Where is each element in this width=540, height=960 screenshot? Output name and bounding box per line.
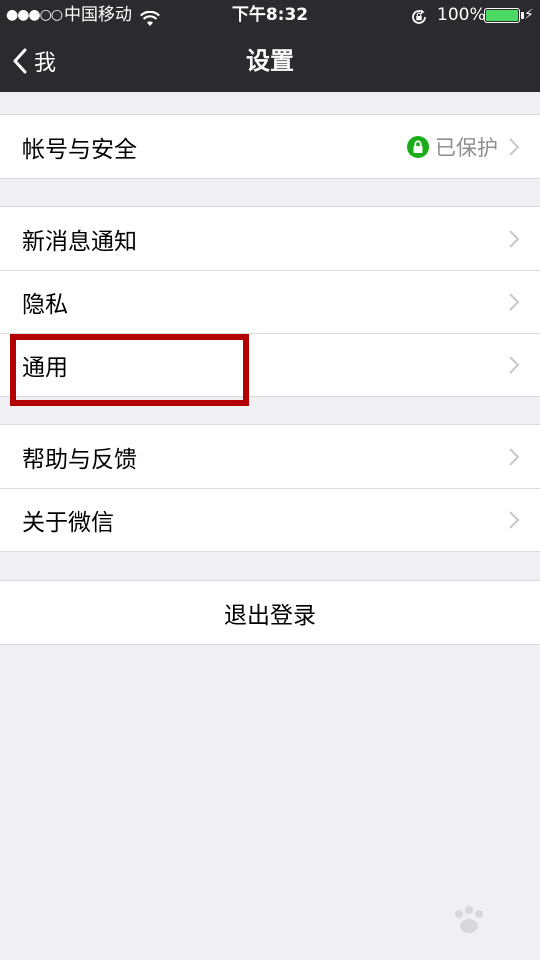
settings-item-label: 新消息通知 [22,228,137,255]
chevron-right-icon [509,229,520,248]
logout-button[interactable]: 退出登录 [0,581,540,644]
settings-item-about-wechat[interactable]: 关于微信 [0,488,540,551]
settings-item-label: 帮助与反馈 [22,446,137,473]
chevron-right-icon [509,510,520,529]
chevron-right-icon [509,137,520,156]
battery-level-fill [486,10,518,21]
watermark-paw-icon [455,906,483,933]
chevron-right-icon [509,292,520,311]
header: ●●●○○ 中国移动 下午8:32 100% ⚡ 我 设置 [0,0,540,92]
lightning-icon: ⚡ [524,7,534,23]
chevron-right-icon [509,355,520,374]
battery-percent: 100% [437,5,486,25]
settings-item-label: 帐号与安全 [22,136,137,163]
account-status-text: 已保护 [435,135,498,160]
settings-group-preferences: 新消息通知 隐私 通用 [0,206,540,397]
settings-item-label: 关于微信 [22,509,114,536]
logout-label: 退出登录 [224,602,316,629]
settings-item-label: 通用 [22,354,68,381]
lock-icon [407,135,429,158]
settings-group-account: 帐号与安全 已保护 [0,114,540,179]
settings-item-account-security[interactable]: 帐号与安全 已保护 [0,115,540,178]
settings-group-logout: 退出登录 [0,580,540,645]
settings-group-about: 帮助与反馈 关于微信 [0,424,540,552]
status-bar: ●●●○○ 中国移动 下午8:32 100% ⚡ [0,0,540,30]
account-status: 已保护 [407,132,498,162]
settings-item-label: 隐私 [22,291,68,318]
settings-item-general[interactable]: 通用 [0,333,540,396]
battery-icon [484,8,520,23]
page-title: 设置 [246,47,294,75]
settings-item-new-message-notification[interactable]: 新消息通知 [0,207,540,270]
settings-item-help-feedback[interactable]: 帮助与反馈 [0,425,540,488]
settings-item-privacy[interactable]: 隐私 [0,270,540,333]
navigation-bar: 我 设置 [0,30,540,92]
chevron-right-icon [509,447,520,466]
